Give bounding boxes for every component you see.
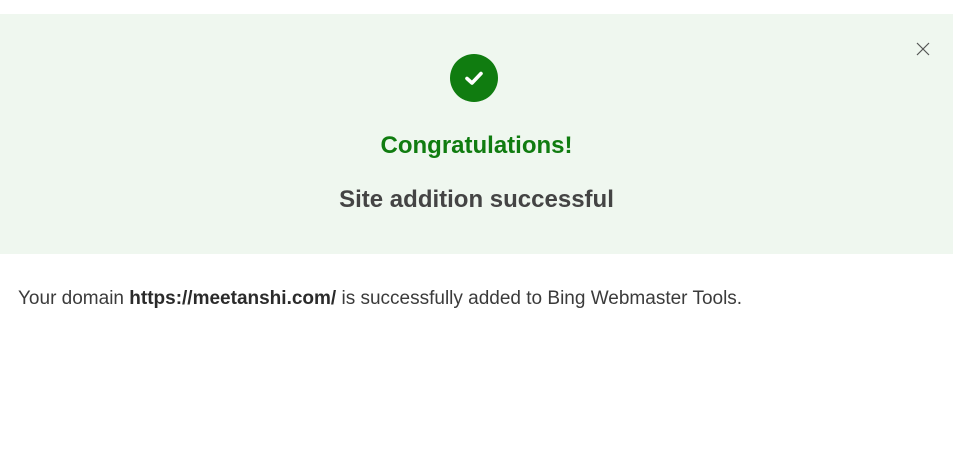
close-icon [916, 42, 930, 61]
site-added-dialog: Congratulations! Site addition successfu… [0, 0, 953, 464]
check-circle-icon [450, 54, 498, 102]
domain-name: https://meetanshi.com/ [129, 288, 337, 309]
message-suffix: is successfully added to Bing Webmaster … [336, 288, 743, 309]
congratulations-title: Congratulations! [380, 132, 573, 159]
domain-added-message: Your domain https://meetanshi.com/ is su… [18, 288, 742, 310]
close-button[interactable] [911, 39, 935, 63]
success-banner: Congratulations! Site addition successfu… [0, 14, 953, 254]
top-strip [0, 0, 953, 14]
success-subtitle: Site addition successful [339, 186, 614, 213]
message-prefix: Your domain [18, 288, 130, 309]
